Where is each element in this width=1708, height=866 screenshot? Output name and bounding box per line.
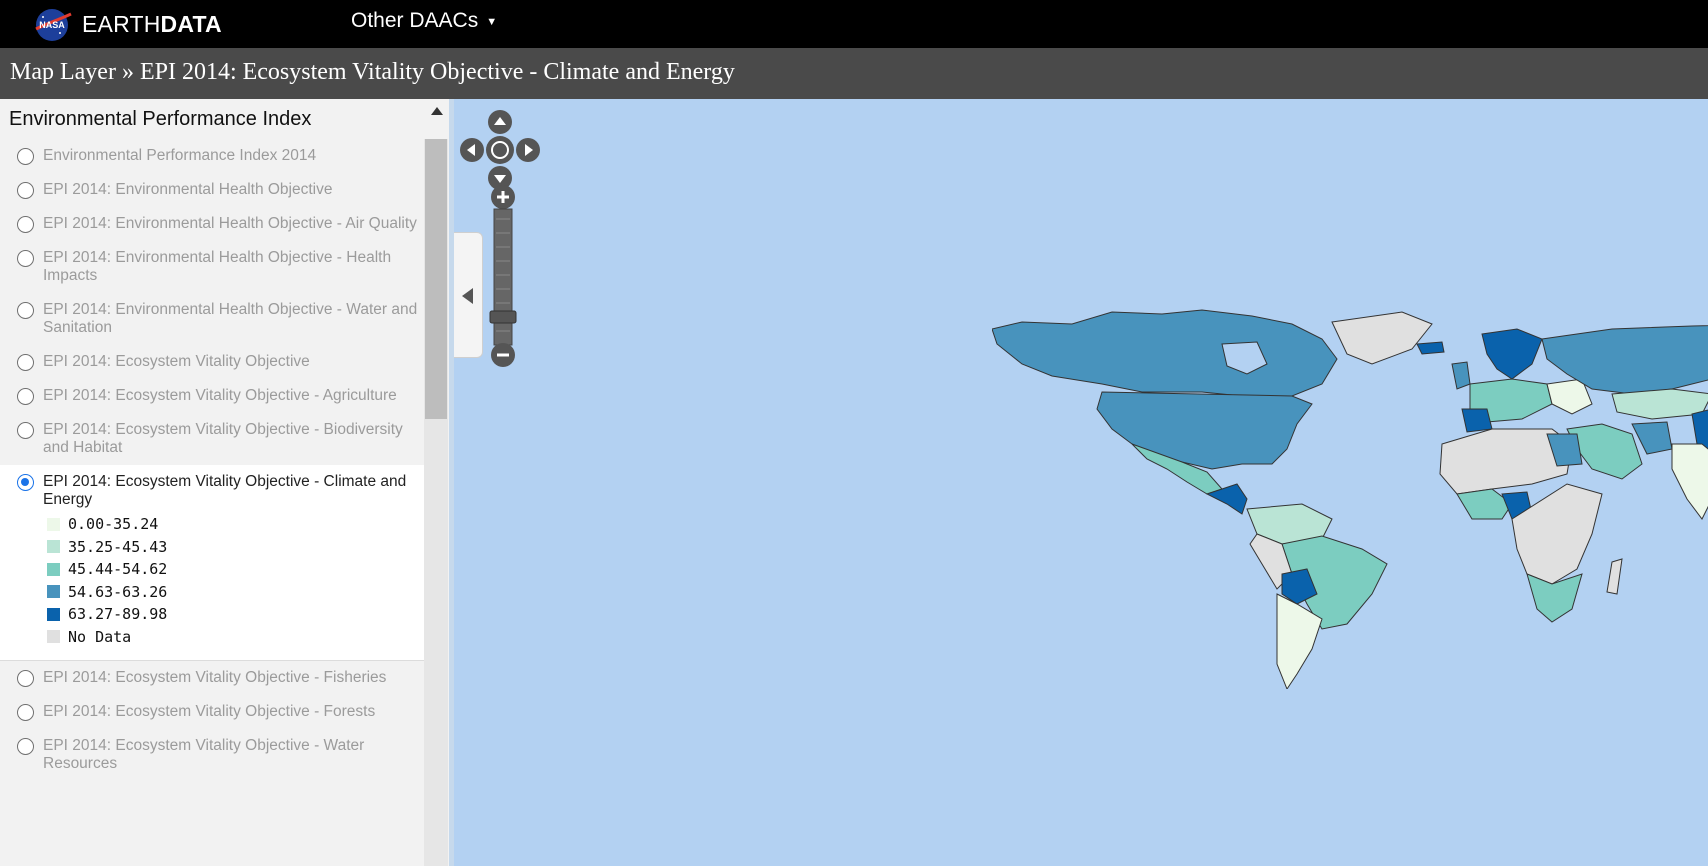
legend-swatch: [47, 517, 60, 531]
other-daacs-label: Other DAACs: [351, 9, 479, 32]
uk: [1451, 361, 1471, 390]
scrollbar-thumb[interactable]: [425, 139, 447, 419]
canada: [992, 309, 1338, 397]
legend-label: No Data: [68, 627, 132, 646]
layer-radio-button[interactable]: [17, 422, 34, 439]
layer-item[interactable]: EPI 2014: Environmental Health Objective: [0, 173, 424, 207]
greenland: [1331, 311, 1433, 365]
sidebar-toggle-tab[interactable]: [454, 232, 483, 358]
layer-item[interactable]: EPI 2014: Environmental Health Objective…: [0, 207, 424, 241]
layer-radio-button[interactable]: [17, 216, 34, 233]
legend-label: 0.00-35.24: [68, 515, 159, 534]
title-separator: »: [115, 59, 140, 85]
legend-row: 35.25-45.43: [43, 536, 424, 559]
layer-radio-button[interactable]: [17, 302, 34, 319]
legend-swatch: [47, 562, 60, 576]
collapse-up-icon[interactable]: [431, 107, 443, 115]
layer-label[interactable]: EPI 2014: Ecosystem Vitality Objective -…: [43, 737, 364, 772]
madagascar: [1606, 558, 1623, 595]
layer-radio-button[interactable]: [17, 148, 34, 165]
title-prefix: Map Layer: [10, 59, 116, 85]
iberia: [1461, 408, 1493, 433]
layer-item[interactable]: EPI 2014: Ecosystem Vitality Objective -…: [0, 379, 424, 413]
title-bar: Map Layer » EPI 2014: Ecosystem Vitality…: [0, 48, 1708, 99]
layer-radio-button[interactable]: [17, 354, 34, 371]
legend-swatch: [47, 540, 60, 554]
layer-label[interactable]: EPI 2014: Ecosystem Vitality Objective: [43, 353, 310, 370]
layer-radio-button[interactable]: [17, 738, 34, 755]
legend-swatch: [47, 630, 60, 644]
layer-radio-button[interactable]: [17, 474, 34, 491]
layer-item[interactable]: EPI 2014: Ecosystem Vitality Objective -…: [0, 661, 424, 695]
zoom-control[interactable]: [488, 185, 518, 370]
layer-radio-button[interactable]: [17, 704, 34, 721]
layer-item[interactable]: EPI 2014: Environmental Health Objective…: [0, 241, 424, 293]
scandinavia: [1481, 328, 1543, 380]
layer-radio-button[interactable]: [17, 388, 34, 405]
layer-radio-button[interactable]: [17, 250, 34, 267]
map-legend: 0.00-35.24 35.25-45.43 45.44-54.62 54.63-63…: [43, 513, 424, 648]
layer-label[interactable]: EPI 2014: Ecosystem Vitality Objective -…: [43, 669, 386, 686]
legend-row: No Data: [43, 626, 424, 649]
page-title: Map Layer » EPI 2014: Ecosystem Vitality…: [10, 59, 735, 86]
layer-label[interactable]: EPI 2014: Ecosystem Vitality Objective -…: [43, 703, 375, 720]
zoom-slider-handle: [489, 310, 517, 324]
pan-control[interactable]: [460, 110, 540, 190]
sidebar-heading: Environmental Performance Index: [9, 108, 312, 130]
legend-row: 54.63-63.26: [43, 581, 424, 604]
title-layer-name: EPI 2014: Ecosystem Vitality Objective -…: [139, 59, 735, 85]
legend-label: 35.25-45.43: [68, 537, 168, 556]
layer-item[interactable]: EPI 2014: Ecosystem Vitality Objective -…: [0, 695, 424, 729]
layer-item[interactable]: EPI 2014: Ecosystem Vitality Objective -…: [0, 729, 424, 781]
iran: [1631, 421, 1673, 455]
brand-regular: EARTH: [82, 11, 161, 37]
layer-label[interactable]: EPI 2014: Ecosystem Vitality Objective -…: [43, 387, 397, 404]
layer-label[interactable]: EPI 2014: Ecosystem Vitality Objective -…: [43, 473, 406, 508]
brand-bold: DATA: [160, 11, 222, 37]
world-choropleth-map[interactable]: [992, 304, 1708, 689]
layer-item[interactable]: Environmental Performance Index 2014: [0, 139, 424, 173]
legend-row: 0.00-35.24: [43, 513, 424, 536]
layer-item[interactable]: EPI 2014: Ecosystem Vitality Objective: [0, 345, 424, 379]
map-canvas[interactable]: [454, 99, 1708, 866]
top-navigation-bar: NASA EARTHDATA Other DAACs ▼: [0, 0, 1708, 48]
usa: [1096, 391, 1313, 470]
legend-label: 63.27-89.98: [68, 605, 168, 624]
nasa-logo-text: NASA: [39, 20, 65, 30]
layer-label[interactable]: EPI 2014: Environmental Health Objective…: [43, 215, 417, 232]
caret-down-icon: ▼: [486, 16, 498, 28]
chevron-left-icon[interactable]: [462, 288, 473, 304]
layer-label[interactable]: Environmental Performance Index 2014: [43, 147, 316, 164]
other-daacs-menu[interactable]: Other DAACs ▼: [351, 9, 497, 33]
layer-label[interactable]: EPI 2014: Environmental Health Objective: [43, 181, 333, 198]
layer-label[interactable]: EPI 2014: Environmental Health Objective…: [43, 301, 417, 336]
layer-list: Environmental Performance Index 2014 EPI …: [0, 139, 424, 781]
layer-radio-button[interactable]: [17, 182, 34, 199]
layer-item[interactable]: EPI 2014: Environmental Health Objective…: [0, 293, 424, 345]
layer-item[interactable]: EPI 2014: Ecosystem Vitality Objective -…: [0, 465, 424, 661]
layer-label[interactable]: EPI 2014: Environmental Health Objective…: [43, 249, 391, 284]
layer-sidebar: Environmental Performance Index Environm…: [0, 99, 449, 866]
legend-row: 45.44-54.62: [43, 558, 424, 581]
legend-label: 45.44-54.62: [68, 560, 168, 579]
india: [1671, 443, 1708, 520]
legend-label: 54.63-63.26: [68, 582, 168, 601]
legend-swatch: [47, 607, 60, 621]
nasa-logo[interactable]: NASA: [34, 8, 72, 42]
legend-swatch: [47, 585, 60, 599]
layer-item[interactable]: EPI 2014: Ecosystem Vitality Objective -…: [0, 413, 424, 465]
layer-label[interactable]: EPI 2014: Ecosystem Vitality Objective -…: [43, 421, 403, 456]
earthdata-brand[interactable]: EARTHDATA: [82, 11, 222, 38]
layer-radio-button[interactable]: [17, 670, 34, 687]
legend-row: 63.27-89.98: [43, 603, 424, 626]
iceland: [1416, 341, 1445, 355]
